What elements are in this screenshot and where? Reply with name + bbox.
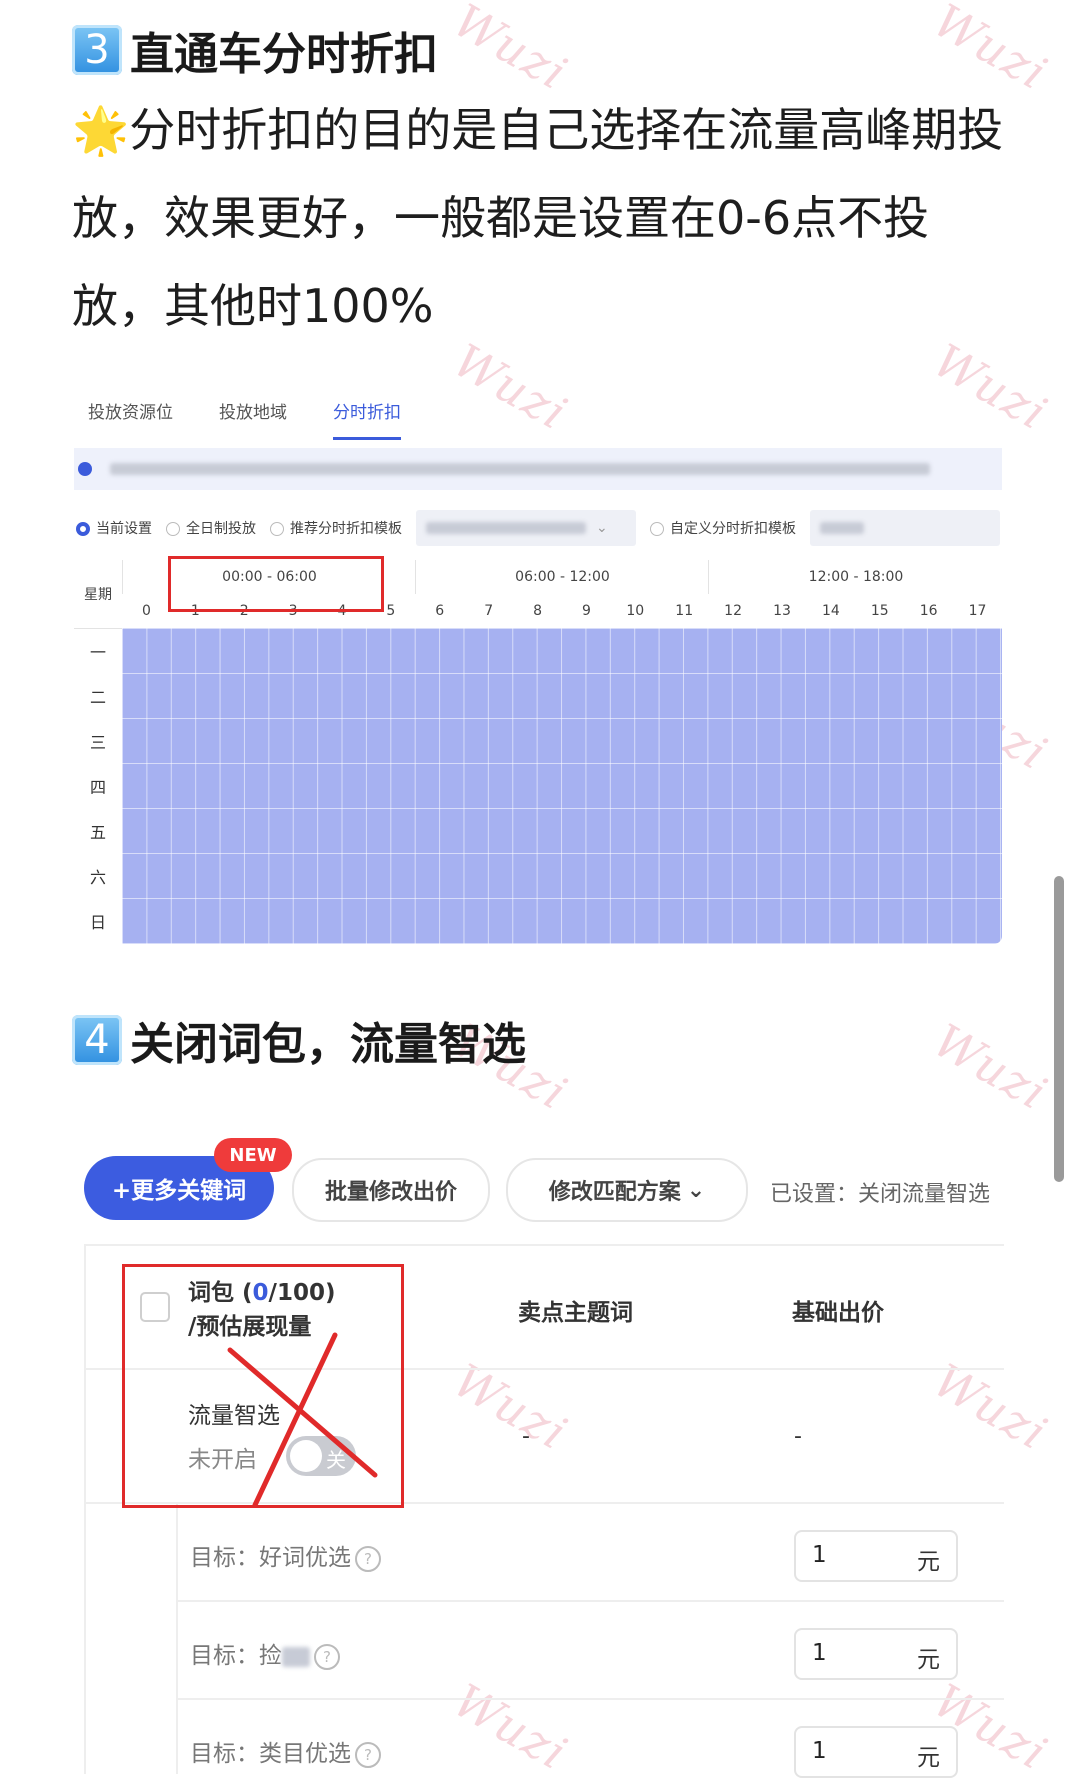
day-label: 五 — [89, 822, 106, 842]
chevron-down-icon: ⌄ — [596, 520, 608, 536]
day-label: 三 — [89, 732, 106, 752]
goal-row-category: 目标：类目优选? — [190, 1734, 381, 1768]
annotation-cross-icon — [227, 1332, 378, 1508]
keycap-4-icon: 4 — [72, 1015, 122, 1065]
chevron-down-icon: ⌄ — [686, 1177, 706, 1203]
new-badge: NEW — [214, 1138, 292, 1172]
match-plan-label: 修改匹配方案 — [548, 1180, 681, 1205]
hour-label: 14 — [821, 603, 840, 619]
settings-tabs: 投放资源位 投放地域 分时折扣 — [88, 398, 401, 440]
hour-label: 13 — [773, 603, 791, 619]
help-icon[interactable]: ? — [314, 1643, 340, 1670]
star-icon: 🌟 — [72, 103, 130, 157]
section3-title: 直通车分时折扣 — [130, 29, 438, 80]
row-divider — [176, 1600, 1004, 1602]
setting-status-text: 已设置：关闭流量智选 — [770, 1182, 991, 1207]
section4-title: 关闭词包，流量智选 — [130, 1019, 526, 1070]
section3-heading: 3 直通车分时折扣 — [72, 18, 438, 82]
template-select[interactable]: ⌄ — [416, 510, 636, 546]
day-label: 六 — [89, 867, 106, 887]
option-recommended[interactable]: 推荐分时折扣模板 — [270, 518, 402, 538]
help-icon[interactable]: ? — [355, 1741, 381, 1768]
tab-time-discount[interactable]: 分时折扣 — [333, 398, 401, 440]
schedule-cells[interactable] — [122, 628, 1002, 944]
radio-selected-icon — [76, 522, 90, 536]
goal-row-good-words: 目标：好词优选? — [190, 1538, 381, 1572]
hour-label: 15 — [870, 603, 889, 619]
sub-row-border — [176, 1502, 178, 1774]
blurred-select-text — [820, 522, 864, 534]
hour-label: 10 — [626, 603, 645, 619]
range-header: 06:00 - 12:00 — [415, 560, 709, 594]
hour-label: 12 — [724, 603, 742, 619]
schedule-options: 当前设置 全日制投放 推荐分时折扣模板 ⌄ 自定义分时折扣模板 — [76, 510, 1000, 546]
notice-bar — [74, 448, 1002, 490]
blurred-goal-text — [282, 1646, 310, 1667]
batch-bid-button[interactable]: 批量修改出价 — [292, 1158, 490, 1222]
tab-region[interactable]: 投放地域 — [219, 398, 287, 440]
section4-heading: 4 关闭词包，流量智选 — [72, 1008, 526, 1072]
hour-label: 11 — [675, 603, 694, 619]
option-all-day[interactable]: 全日制投放 — [166, 518, 256, 538]
page-scrollbar[interactable] — [1054, 876, 1064, 1182]
bid-input[interactable]: 1元 — [794, 1726, 958, 1778]
day-label: 日 — [89, 912, 106, 932]
help-icon[interactable]: ? — [355, 1545, 381, 1572]
row-divider — [176, 1698, 1004, 1700]
goal-row-pickup: 目标：捡? — [190, 1636, 340, 1670]
custom-template-select[interactable] — [810, 510, 1000, 546]
watermark: Wuzi — [924, 1013, 1058, 1121]
range-header: 12:00 - 18:00 — [708, 560, 1003, 594]
day-label: 二 — [89, 687, 106, 707]
hour-label: 16 — [919, 603, 938, 619]
option-current[interactable]: 当前设置 — [76, 518, 152, 538]
blurred-select-text — [426, 522, 586, 534]
hour-label: 7 — [484, 603, 494, 619]
annotation-box-0-6 — [168, 556, 384, 612]
description-text: 分时折扣的目的是自己选择在流量高峰期投放，效果更好，一般都是设置在0-6点不投放… — [72, 103, 1004, 333]
theme-word-value: - — [522, 1424, 530, 1449]
theme-word-column-header: 卖点主题词 — [518, 1300, 633, 1326]
hour-label: 9 — [581, 603, 591, 619]
day-label: 一 — [89, 642, 106, 662]
bid-input[interactable]: 1元 — [794, 1628, 958, 1680]
info-icon — [78, 462, 92, 476]
hour-label: 8 — [533, 603, 542, 619]
radio-icon — [650, 522, 664, 536]
match-plan-button[interactable]: 修改匹配方案 ⌄ — [506, 1158, 748, 1222]
radio-icon — [270, 522, 284, 536]
time-discount-grid: 星期 00:00 - 06:00 06:00 - 12:00 12:00 - 1… — [74, 560, 1002, 944]
tab-resource[interactable]: 投放资源位 — [88, 398, 173, 440]
keycap-3-icon: 3 — [72, 25, 122, 75]
hour-label: 6 — [435, 603, 445, 619]
option-custom[interactable]: 自定义分时折扣模板 — [650, 518, 796, 538]
hour-label: 0 — [141, 603, 151, 619]
description-paragraph: 🌟分时折扣的目的是自己选择在流量高峰期投放，效果更好，一般都是设置在0-6点不投… — [72, 86, 1012, 350]
week-label: 星期 — [74, 560, 122, 629]
hour-label: 17 — [968, 603, 987, 619]
day-label: 四 — [89, 777, 106, 797]
base-bid-column-header: 基础出价 — [792, 1300, 884, 1326]
radio-icon — [166, 522, 180, 536]
blurred-notice-text — [110, 463, 930, 475]
base-bid-value: - — [794, 1424, 802, 1449]
bid-input[interactable]: 1元 — [794, 1530, 958, 1582]
